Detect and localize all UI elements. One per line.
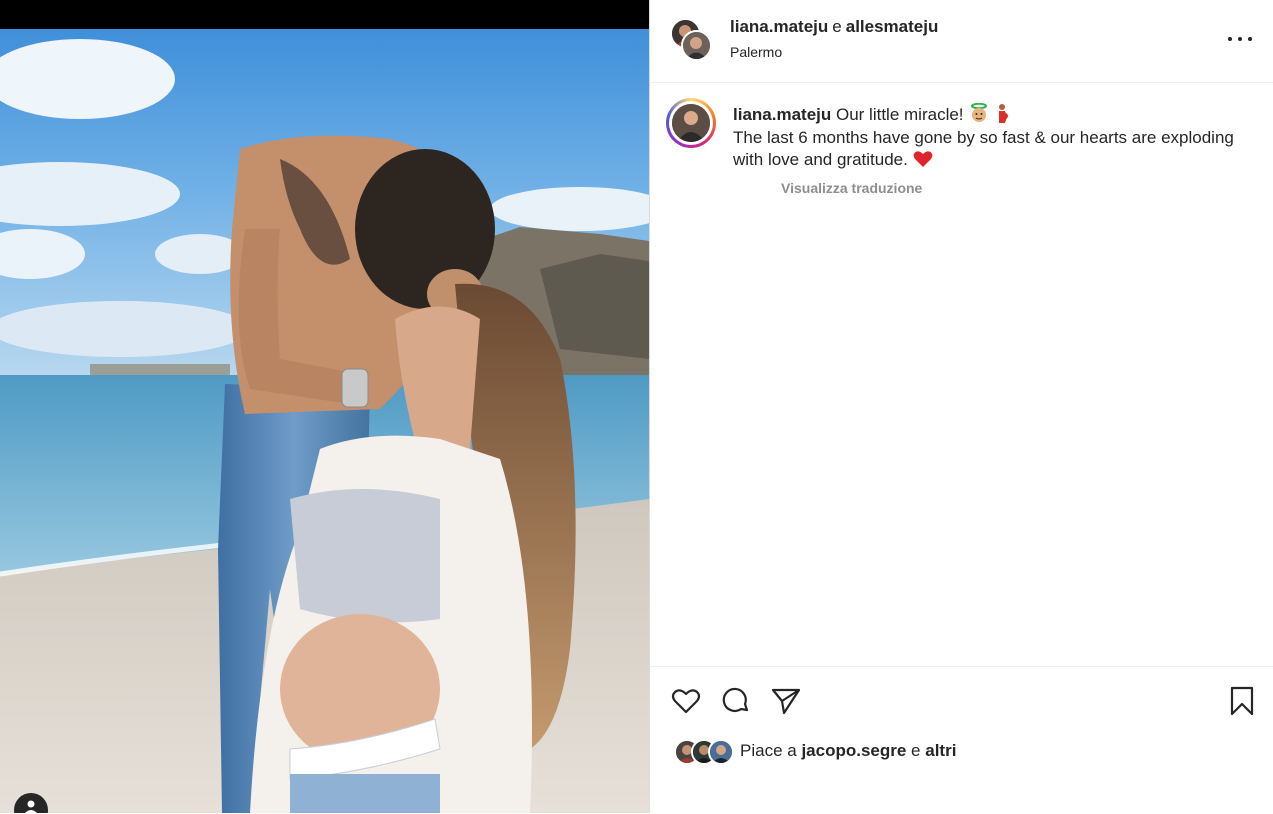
post-caption: liana.mateju Our little miracle! The las… [733,103,1253,172]
post-location[interactable]: Palermo [730,44,782,60]
author-link[interactable]: allesmateju [846,17,939,36]
avatar-image [683,32,710,59]
author-link[interactable]: liana.mateju [730,17,828,36]
liker-avatars[interactable] [674,739,736,765]
avatar [708,739,734,765]
more-horizontal-icon [1238,37,1242,41]
red-heart-emoji-icon [913,151,932,167]
avatar [672,104,710,142]
comment-icon [722,687,749,712]
others-likes-link[interactable]: altri [925,741,956,760]
more-options-button[interactable] [1227,28,1253,50]
bookmark-icon [1230,686,1254,716]
see-translation-link[interactable]: Visualizza traduzione [781,180,922,196]
save-button[interactable] [1226,685,1258,717]
caption-line-2: The last 6 months have gone by so fast &… [733,127,1234,170]
story-ring-avatar[interactable] [666,98,716,148]
post-header: liana.mateju e allesmateju Palermo [650,0,1273,83]
post-side-panel: liana.mateju e allesmateju Palermo liana… [649,0,1273,813]
collab-avatars[interactable] [670,18,714,62]
user-icon [24,800,38,813]
caption-username[interactable]: liana.mateju [733,105,831,124]
authors-conjunction: e [832,17,842,36]
more-horizontal-icon [1248,37,1252,41]
post-authors: liana.mateju e allesmateju [730,17,938,37]
post-media[interactable] [0,0,649,813]
avatar-image [672,104,710,142]
caption-line-1: Our little miracle! [836,105,964,124]
likes-prefix: Piace a [740,741,797,760]
post-photo[interactable] [0,29,649,813]
post-actions: Piace a jacopo.segre e altri [650,666,1273,814]
send-icon [771,688,801,715]
more-horizontal-icon [1228,37,1232,41]
share-button[interactable] [770,685,802,717]
avatar-image [710,741,732,763]
baby-angel-emoji-icon [971,103,988,122]
heart-icon [671,689,701,714]
pregnant-woman-emoji-icon [999,104,1008,123]
likes-summary: Piace a jacopo.segre e altri [740,741,956,761]
avatar-border [669,101,713,145]
comment-button[interactable] [720,685,752,717]
liker-username-link[interactable]: jacopo.segre [801,741,906,760]
like-button[interactable] [670,685,702,717]
likes-conjunction: e [911,741,921,760]
avatar[interactable] [681,30,712,61]
